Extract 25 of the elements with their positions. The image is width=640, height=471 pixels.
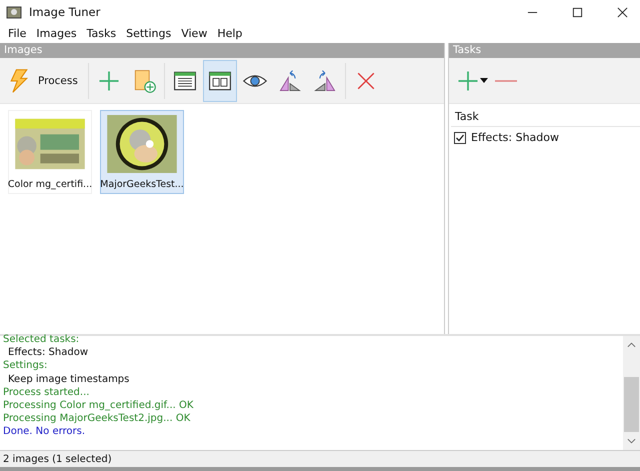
- task-label: Effects: Shadow: [471, 131, 559, 144]
- panel-header: Images: [0, 43, 444, 58]
- status-text: 2 images (1 selected): [3, 454, 112, 465]
- log-line: Settings:: [3, 359, 48, 373]
- log-line: Processing MajorGeeksTest2.jpg... OK: [3, 412, 192, 426]
- log-line: Selected tasks:: [3, 333, 80, 346]
- log-line: Done. No errors.: [3, 425, 86, 439]
- thumbnail-caption: MajorGeeksTest...: [100, 179, 184, 190]
- menu-item[interactable]: Settings: [121, 26, 176, 41]
- log-line: Keep image timestamps: [7, 372, 130, 386]
- menu-item[interactable]: Images: [31, 26, 82, 41]
- log-line: Processing Color mg_certified.gif... OK: [3, 399, 194, 412]
- thumbnail-tile[interactable]: Color mg_certifi...: [8, 110, 92, 194]
- log-line: Process started...: [3, 386, 90, 400]
- menu-item[interactable]: File: [3, 26, 32, 41]
- window-title: Image Tuner: [29, 5, 100, 19]
- panel-header: Tasks: [449, 43, 640, 58]
- column-header[interactable]: Task: [451, 108, 640, 127]
- menu-item[interactable]: View: [176, 26, 212, 41]
- menu-item[interactable]: Help: [212, 26, 248, 41]
- thumbnail-tile[interactable]: MajorGeeksTest...: [100, 110, 184, 194]
- process-button[interactable]: Process: [3, 60, 85, 102]
- log-line: Effects: Shadow: [7, 346, 89, 360]
- menu-item[interactable]: Tasks: [82, 26, 122, 41]
- thumbnail-caption: Color mg_certifi...: [8, 179, 92, 190]
